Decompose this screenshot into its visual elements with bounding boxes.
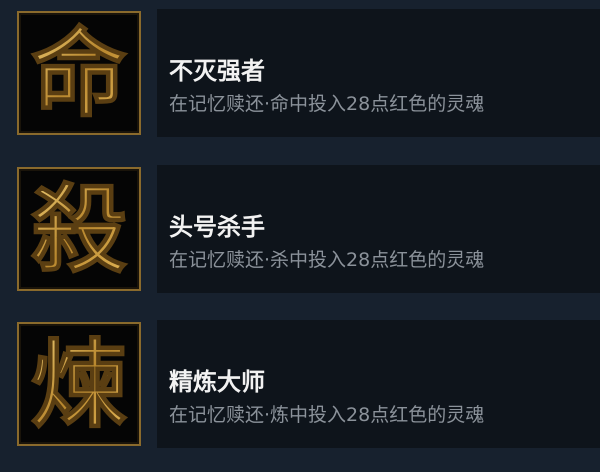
achievement-title: 精炼大师 [169,368,265,396]
achievement-title: 头号杀手 [169,213,265,241]
svg-text:煉: 煉 [31,328,127,441]
achievement-row[interactable]: 殺 头号杀手 在记忆赎还·杀中投入28点红色的灵魂 [0,165,600,295]
achievement-panel: 不灭强者 在记忆赎还·命中投入28点红色的灵魂 [157,9,600,137]
ming-glyph-icon: 命 [17,11,141,135]
lian-glyph-icon: 煉 [17,322,141,446]
svg-text:殺: 殺 [31,173,127,286]
achievement-row[interactable]: 命 不灭强者 在记忆赎还·命中投入28点红色的灵魂 [0,9,600,139]
achievement-panel: 头号杀手 在记忆赎还·杀中投入28点红色的灵魂 [157,165,600,293]
achievement-panel: 精炼大师 在记忆赎还·炼中投入28点红色的灵魂 [157,320,600,448]
achievement-description: 在记忆赎还·杀中投入28点红色的灵魂 [169,249,485,271]
svg-text:命: 命 [31,17,127,130]
achievement-description: 在记忆赎还·炼中投入28点红色的灵魂 [169,404,485,426]
achievement-row[interactable]: 煉 精炼大师 在记忆赎还·炼中投入28点红色的灵魂 [0,320,600,450]
achievement-title: 不灭强者 [169,57,265,85]
achievement-list: 命 不灭强者 在记忆赎还·命中投入28点红色的灵魂 殺 头号杀手 在记忆赎还·杀… [0,0,600,472]
sha-glyph-icon: 殺 [17,167,141,291]
achievement-description: 在记忆赎还·命中投入28点红色的灵魂 [169,93,485,115]
